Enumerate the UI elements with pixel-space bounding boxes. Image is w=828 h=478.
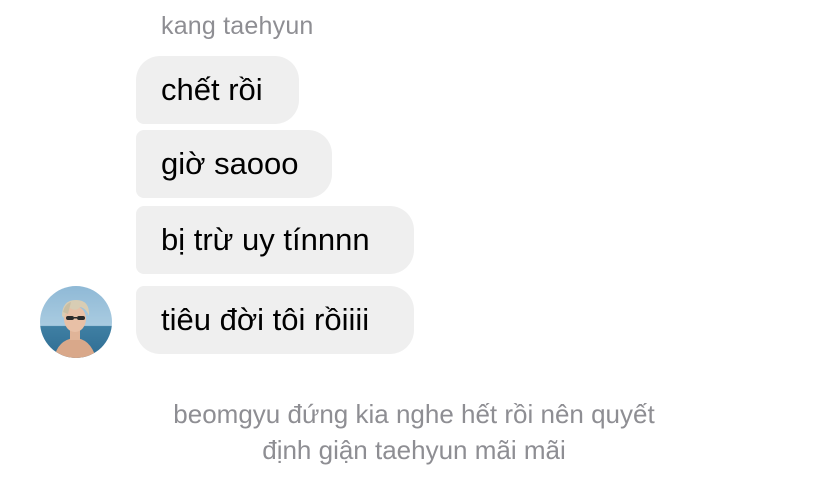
sender-name[interactable]: kang taehyun xyxy=(161,12,314,41)
message-bubble[interactable]: tiêu đời tôi rồiiii xyxy=(136,286,414,354)
message-bubble[interactable]: chết rồi xyxy=(136,56,299,124)
system-message: beomgyu đứng kia nghe hết rồi nên quyết … xyxy=(0,396,828,468)
message-bubble[interactable]: giờ saooo xyxy=(136,130,332,198)
avatar[interactable] xyxy=(40,286,112,358)
profile-photo-icon xyxy=(40,286,112,358)
system-message-line: beomgyu đứng kia nghe hết rồi nên quyết xyxy=(173,399,655,429)
system-message-line: định giận taehyun mãi mãi xyxy=(262,435,566,465)
message-bubble[interactable]: bị trừ uy tínnnn xyxy=(136,206,414,274)
